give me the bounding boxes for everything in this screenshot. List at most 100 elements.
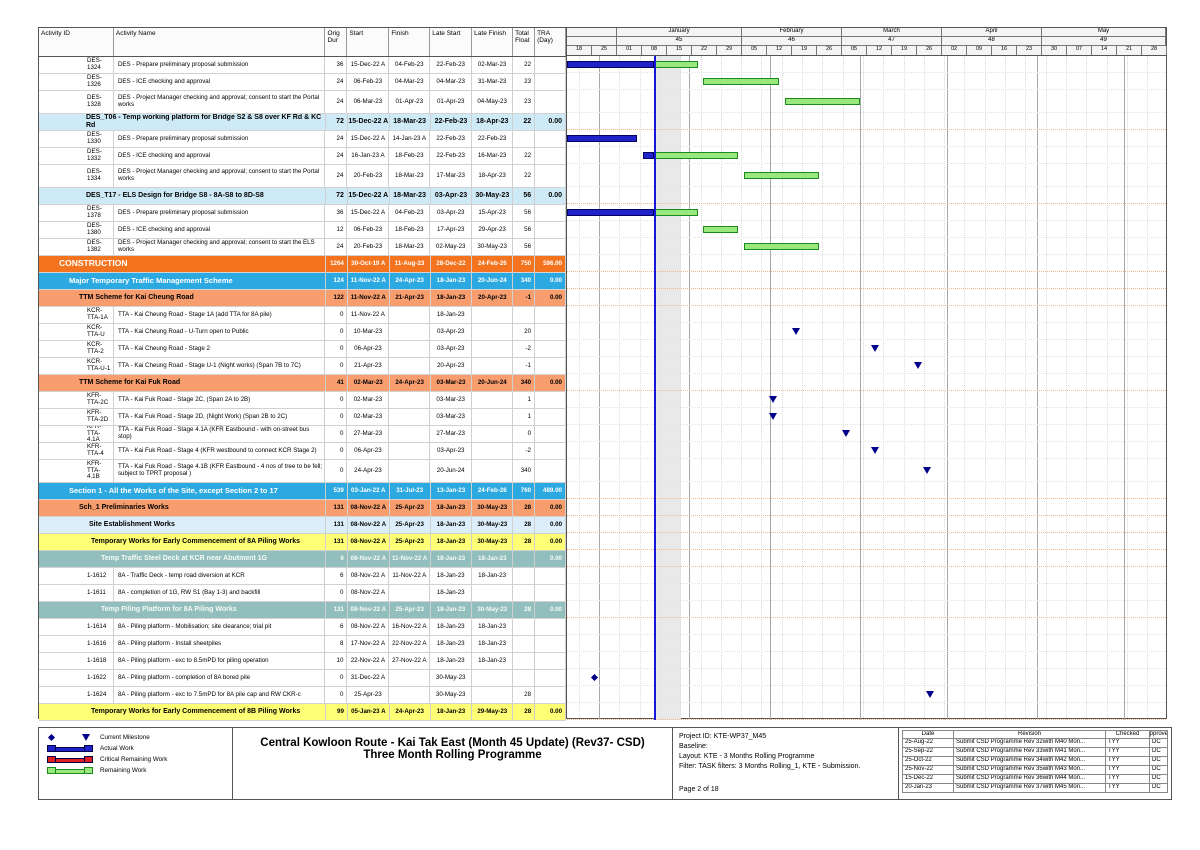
remaining-work-bar[interactable] xyxy=(703,78,778,85)
milestone-icon[interactable] xyxy=(923,467,931,474)
activity-name: DES - ICE checking and approval xyxy=(114,148,326,164)
activity-id: 1-1624 xyxy=(39,687,114,703)
late-finish: 30-May-23 xyxy=(472,188,513,204)
milestone-icon[interactable] xyxy=(769,413,777,420)
title-block: Central Kowloon Route - Kai Tak East (Mo… xyxy=(233,728,673,799)
group-row[interactable]: DES_T06 - Temp working platform for Brid… xyxy=(39,114,566,131)
table-row[interactable]: 1-16148A - Piling platform - Mobilisatio… xyxy=(39,619,566,636)
remaining-work-bar[interactable] xyxy=(654,152,738,159)
week-tick: 19 xyxy=(792,46,817,55)
table-row[interactable]: DES-1382DES - Project Manager checking a… xyxy=(39,239,566,256)
remaining-work-bar[interactable] xyxy=(785,98,860,105)
group-row[interactable]: TTM Scheme for Kai Cheung Road12211-Nov-… xyxy=(39,290,566,307)
revision-cell: 25-Aug-22 xyxy=(902,739,954,748)
total-float: 56 xyxy=(513,205,535,221)
table-row[interactable]: KFR-TTA-2CTTA - Kai Fuk Road - Stage 2C,… xyxy=(39,392,566,409)
start-date: 15-Dec-22 A xyxy=(348,114,390,130)
remaining-work-bar[interactable] xyxy=(744,243,819,250)
actual-work-bar[interactable] xyxy=(567,61,654,68)
finish-date xyxy=(389,585,430,601)
group-row[interactable]: Site Establishment Works13108-Nov-22 A25… xyxy=(39,517,566,534)
table-row[interactable]: KFR-TTA-4TTA - Kai Fuk Road - Stage 4 (K… xyxy=(39,443,566,460)
table-row[interactable]: DES-1330DES - Prepare preliminary propos… xyxy=(39,131,566,148)
milestone-icon[interactable] xyxy=(792,328,800,335)
finish-date: 18-Feb-23 xyxy=(389,148,430,164)
gantt-page: Activity IDActivity NameOrig DurStartFin… xyxy=(0,0,1200,850)
data-date-line xyxy=(654,56,656,720)
orig-dur: 36 xyxy=(325,57,347,73)
table-row[interactable]: DES-1328DES - Project Manager checking a… xyxy=(39,91,566,114)
table-row[interactable]: DES-1324DES - Prepare preliminary propos… xyxy=(39,57,566,74)
orig-dur: 24 xyxy=(325,91,347,113)
table-row[interactable]: 1-16118A - completion of 1G, RW S1 (Bay … xyxy=(39,585,566,602)
tra-days xyxy=(535,57,566,73)
tra-days xyxy=(535,148,566,164)
total-float xyxy=(513,551,535,567)
tra-days xyxy=(535,239,566,255)
late-start: 04-Mar-23 xyxy=(430,74,472,90)
week-tick: 02 xyxy=(942,46,967,55)
finish-date xyxy=(389,392,430,408)
table-row[interactable]: 1-16248A - Piling platform - exc to 7.5m… xyxy=(39,687,566,704)
group-row[interactable]: TTM Scheme for Kai Fuk Road4102-Mar-2324… xyxy=(39,375,566,392)
table-row[interactable]: KCR-TTA-UTTA - Kai Cheung Road - U-Turn … xyxy=(39,324,566,341)
actual-work-bar[interactable] xyxy=(567,209,654,216)
gantt-row xyxy=(567,73,1166,90)
table-row[interactable]: 1-16228A - Piling platform - completion … xyxy=(39,670,566,687)
finish-date: 18-Feb-23 xyxy=(389,222,430,238)
table-row[interactable]: KCR-TTA-1ATTA - Kai Cheung Road - Stage … xyxy=(39,307,566,324)
milestone-icon[interactable] xyxy=(591,673,598,680)
remaining-work-bar[interactable] xyxy=(703,226,738,233)
late-start: 18-Jan-23 xyxy=(431,273,473,289)
week-tick: 18 xyxy=(567,46,592,55)
table-row[interactable]: 1-16188A - Piling platform - exc to 8.5m… xyxy=(39,653,566,670)
activity-id: KFR-TTA-4 xyxy=(39,443,114,459)
milestone-icon[interactable] xyxy=(769,396,777,403)
table-row[interactable]: DES-1332DES - ICE checking and approval2… xyxy=(39,148,566,165)
actual-work-bar[interactable] xyxy=(643,152,655,159)
group-row[interactable]: Sch_1 Preliminaries Works13108-Nov-22 A2… xyxy=(39,500,566,517)
milestone-icon[interactable] xyxy=(871,345,879,352)
late-finish: 16-Mar-23 xyxy=(472,148,513,164)
table-row[interactable]: KCR-TTA-2TTA - Kai Cheung Road - Stage 2… xyxy=(39,341,566,358)
remaining-work-bar[interactable] xyxy=(744,172,819,179)
table-row[interactable]: KFR-TTA-4.1BTTA - Kai Fuk Road - Stage 4… xyxy=(39,460,566,483)
group-row[interactable]: Section 1 - All the Works of the Site, e… xyxy=(39,483,566,500)
revision-cell: Submit CSD Programme Rev 33with M41 Mon.… xyxy=(954,748,1106,757)
late-finish: 24-Feb-26 xyxy=(472,256,513,272)
remaining-work-bar[interactable] xyxy=(654,209,698,216)
table-row[interactable]: DES-1378DES - Prepare preliminary propos… xyxy=(39,205,566,222)
group-row[interactable]: Temporary Works for Early Commencement o… xyxy=(39,704,566,721)
finish-date: 24-Apr-23 xyxy=(390,273,431,289)
milestone-icon[interactable] xyxy=(914,362,922,369)
late-finish: 30-May-23 xyxy=(472,517,513,533)
table-row[interactable]: KCR-TTA-U-1TTA - Kai Cheung Road - Stage… xyxy=(39,358,566,375)
gantt-row xyxy=(567,272,1166,289)
table-row[interactable]: 1-16128A - Traffic Deck - temp road dive… xyxy=(39,568,566,585)
group-row[interactable]: DES_T17 - ELS Design for Bridge S8 - 8A-… xyxy=(39,188,566,205)
table-row[interactable]: KFR-TTA-4.1ATTA - Kai Fuk Road - Stage 4… xyxy=(39,426,566,443)
start-date: 24-Apr-23 xyxy=(347,460,389,482)
table-row[interactable]: DES-1380DES - ICE checking and approval1… xyxy=(39,222,566,239)
group-row[interactable]: Temporary Works for Early Commencement o… xyxy=(39,534,566,551)
milestone-icon[interactable] xyxy=(926,691,934,698)
finish-date: 14-Jan-23 A xyxy=(389,131,430,147)
column-header-orig-dur: Orig Dur xyxy=(325,28,347,56)
milestone-icon[interactable] xyxy=(842,430,850,437)
actual-work-bar[interactable] xyxy=(567,135,637,142)
table-row[interactable]: 1-16168A - Piling platform - Install she… xyxy=(39,636,566,653)
group-row[interactable]: CONSTRUCTION126430-Oct-19 A11-Aug-2328-D… xyxy=(39,256,566,273)
group-row[interactable]: Major Temporary Traffic Management Schem… xyxy=(39,273,566,290)
remaining-work-bar[interactable] xyxy=(654,61,698,68)
table-row[interactable]: DES-1334DES - Project Manager checking a… xyxy=(39,165,566,188)
total-float: -2 xyxy=(513,443,535,459)
gantt-row xyxy=(567,425,1166,442)
milestone-icon[interactable] xyxy=(871,447,879,454)
activity-id: DES-1332 xyxy=(39,148,114,164)
table-row[interactable]: KFR-TTA-2DTTA - Kai Fuk Road - Stage 2D,… xyxy=(39,409,566,426)
group-row[interactable]: Temp Piling Platform for 8A Piling Works… xyxy=(39,602,566,619)
late-finish: 04-May-23 xyxy=(472,91,513,113)
revision-cell: 25-Nov-22 xyxy=(902,766,954,775)
table-row[interactable]: DES-1326DES - ICE checking and approval2… xyxy=(39,74,566,91)
group-row[interactable]: Temp Traffic Steel Deck at KCR near Abut… xyxy=(39,551,566,568)
